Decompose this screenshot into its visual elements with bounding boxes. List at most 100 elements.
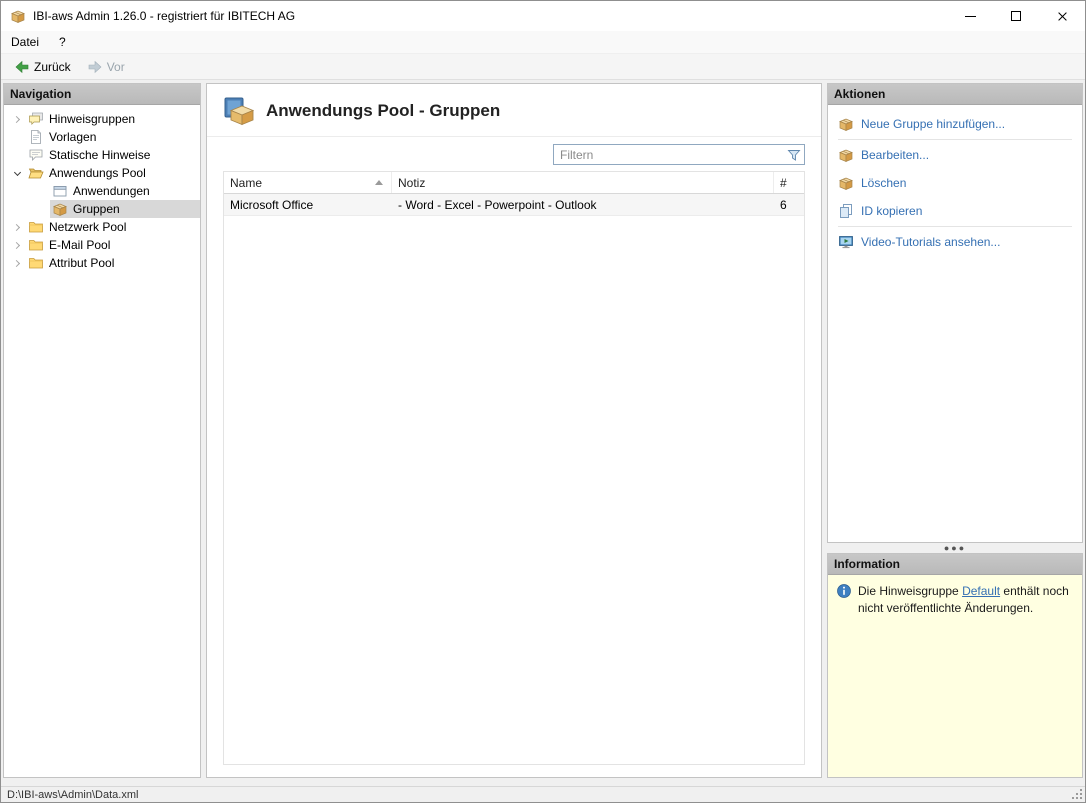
- filter-box: [553, 144, 805, 165]
- package-edit-icon: [838, 147, 854, 163]
- sort-ascending-icon: [375, 180, 383, 185]
- action-copy-id[interactable]: ID kopieren: [828, 197, 1082, 225]
- information-text-before: Die Hinweisgruppe: [858, 584, 962, 598]
- tree-item-label: Netzwerk Pool: [49, 220, 126, 234]
- minimize-button[interactable]: [947, 1, 993, 31]
- tree-item-vorlagen[interactable]: Vorlagen: [4, 128, 200, 146]
- action-label: Löschen: [861, 176, 906, 190]
- actions-panel: Aktionen Neue Gruppe hinzufügen... Bearb…: [827, 83, 1083, 543]
- open-folder-icon: [28, 165, 44, 181]
- tree-item-label: Anwendungs Pool: [49, 166, 146, 180]
- toolbar: Zurück Vor: [1, 54, 1085, 80]
- tree-item-anwendungs-pool[interactable]: Anwendungs Pool: [4, 164, 200, 182]
- template-icon: [28, 129, 44, 145]
- folder-icon: [28, 255, 44, 271]
- default-group-link[interactable]: Default: [962, 584, 1000, 598]
- tree-item-anwendungen[interactable]: Anwendungen: [4, 182, 200, 200]
- tree-item-attribut-pool[interactable]: Attribut Pool: [4, 254, 200, 272]
- action-edit[interactable]: Bearbeiten...: [828, 141, 1082, 169]
- navigation-tree: Hinweisgruppen Vorlagen Statische Hinwei…: [4, 105, 200, 777]
- forward-button-label: Vor: [107, 60, 125, 74]
- speech-bubble-icon: [28, 147, 44, 163]
- information-panel: Information Die Hinweisgruppe Default en…: [827, 553, 1083, 778]
- information-content: Die Hinweisgruppe Default enthält noch n…: [828, 575, 1082, 777]
- workspace: Navigation Hinweisgruppen Vorlagen: [1, 80, 1085, 786]
- column-header-notiz[interactable]: Notiz: [392, 172, 774, 193]
- actions-separator: [838, 139, 1072, 140]
- cell-notiz: - Word - Excel - Powerpoint - Outlook: [392, 198, 774, 212]
- action-label: Video-Tutorials ansehen...: [861, 235, 1000, 249]
- tree-item-label: Hinweisgruppen: [49, 112, 135, 126]
- tree-item-label: Gruppen: [73, 202, 120, 216]
- folder-icon: [28, 237, 44, 253]
- filter-input[interactable]: [554, 146, 786, 163]
- statusbar: D:\IBI-aws\Admin\Data.xml: [1, 786, 1085, 802]
- panel-splitter-handle[interactable]: ●●●: [827, 543, 1083, 553]
- menubar: Datei ?: [1, 31, 1085, 54]
- groups-table: Name Notiz # Microsoft Office - Word - E…: [223, 171, 805, 765]
- actions-separator: [838, 226, 1072, 227]
- package-icon: [52, 201, 68, 217]
- action-add-group[interactable]: Neue Gruppe hinzufügen...: [828, 110, 1082, 138]
- column-header-name-label: Name: [230, 176, 262, 190]
- app-window: IBI-aws Admin 1.26.0 - registriert für I…: [0, 0, 1086, 803]
- information-panel-header: Information: [828, 554, 1082, 575]
- navigation-panel: Navigation Hinweisgruppen Vorlagen: [3, 83, 201, 778]
- column-header-name[interactable]: Name: [224, 172, 392, 193]
- info-circle-icon: [836, 583, 852, 599]
- hint-group-icon: [28, 111, 44, 127]
- copy-icon: [838, 203, 854, 219]
- action-label: Neue Gruppe hinzufügen...: [861, 117, 1005, 131]
- tree-item-gruppen[interactable]: Gruppen: [4, 200, 200, 218]
- resize-grip[interactable]: [1072, 789, 1082, 799]
- expander-expanded-icon[interactable]: [8, 170, 26, 177]
- tree-item-hinweisgruppen[interactable]: Hinweisgruppen: [4, 110, 200, 128]
- tree-item-label: E-Mail Pool: [49, 238, 110, 252]
- action-video-tutorials[interactable]: Video-Tutorials ansehen...: [828, 228, 1082, 256]
- tree-item-statische-hinweise[interactable]: Statische Hinweise: [4, 146, 200, 164]
- page-header: Anwendungs Pool - Gruppen: [207, 84, 821, 137]
- close-icon: [1057, 11, 1068, 22]
- back-button[interactable]: Zurück: [9, 57, 76, 77]
- actions-list: Neue Gruppe hinzufügen... Bearbeiten... …: [828, 105, 1082, 261]
- right-column: Aktionen Neue Gruppe hinzufügen... Bearb…: [827, 83, 1083, 778]
- forward-button[interactable]: Vor: [82, 57, 130, 77]
- tree-item-label: Statische Hinweise: [49, 148, 150, 162]
- expander-collapsed-icon[interactable]: [8, 117, 26, 122]
- action-delete[interactable]: Löschen: [828, 169, 1082, 197]
- forward-arrow-icon: [87, 59, 103, 75]
- navigation-panel-header: Navigation: [4, 84, 200, 105]
- maximize-icon: [1011, 11, 1021, 21]
- table-empty-area: [224, 216, 804, 764]
- package-delete-icon: [838, 175, 854, 191]
- menu-item-help[interactable]: ?: [49, 31, 76, 53]
- column-header-count[interactable]: #: [774, 172, 804, 193]
- titlebar: IBI-aws Admin 1.26.0 - registriert für I…: [1, 1, 1085, 31]
- tree-item-label: Vorlagen: [49, 130, 96, 144]
- menu-item-datei[interactable]: Datei: [1, 31, 49, 53]
- tree-item-email-pool[interactable]: E-Mail Pool: [4, 236, 200, 254]
- table-row-microsoft-office[interactable]: Microsoft Office - Word - Excel - Powerp…: [224, 194, 804, 216]
- table-header-row: Name Notiz #: [224, 172, 804, 194]
- statusbar-data-file-path: D:\IBI-aws\Admin\Data.xml: [7, 789, 138, 801]
- filter-row: [207, 137, 821, 171]
- tree-item-netzwerk-pool[interactable]: Netzwerk Pool: [4, 218, 200, 236]
- cell-count: 6: [774, 198, 804, 212]
- groups-package-icon: [223, 95, 255, 127]
- expander-collapsed-icon[interactable]: [8, 225, 26, 230]
- content-panel: Anwendungs Pool - Gruppen Name Notiz: [206, 83, 822, 778]
- tree-item-label: Attribut Pool: [49, 256, 114, 270]
- action-label: Bearbeiten...: [861, 148, 929, 162]
- close-button[interactable]: [1039, 1, 1085, 31]
- information-message: Die Hinweisgruppe Default enthält noch n…: [858, 583, 1074, 618]
- expander-collapsed-icon[interactable]: [8, 243, 26, 248]
- minimize-icon: [965, 16, 976, 17]
- window-title: IBI-aws Admin 1.26.0 - registriert für I…: [33, 9, 295, 23]
- filter-funnel-icon[interactable]: [786, 147, 802, 163]
- maximize-button[interactable]: [993, 1, 1039, 31]
- expander-collapsed-icon[interactable]: [8, 261, 26, 266]
- column-header-count-label: #: [780, 176, 787, 190]
- cell-name: Microsoft Office: [224, 198, 392, 212]
- folder-icon: [28, 219, 44, 235]
- app-window-icon: [52, 183, 68, 199]
